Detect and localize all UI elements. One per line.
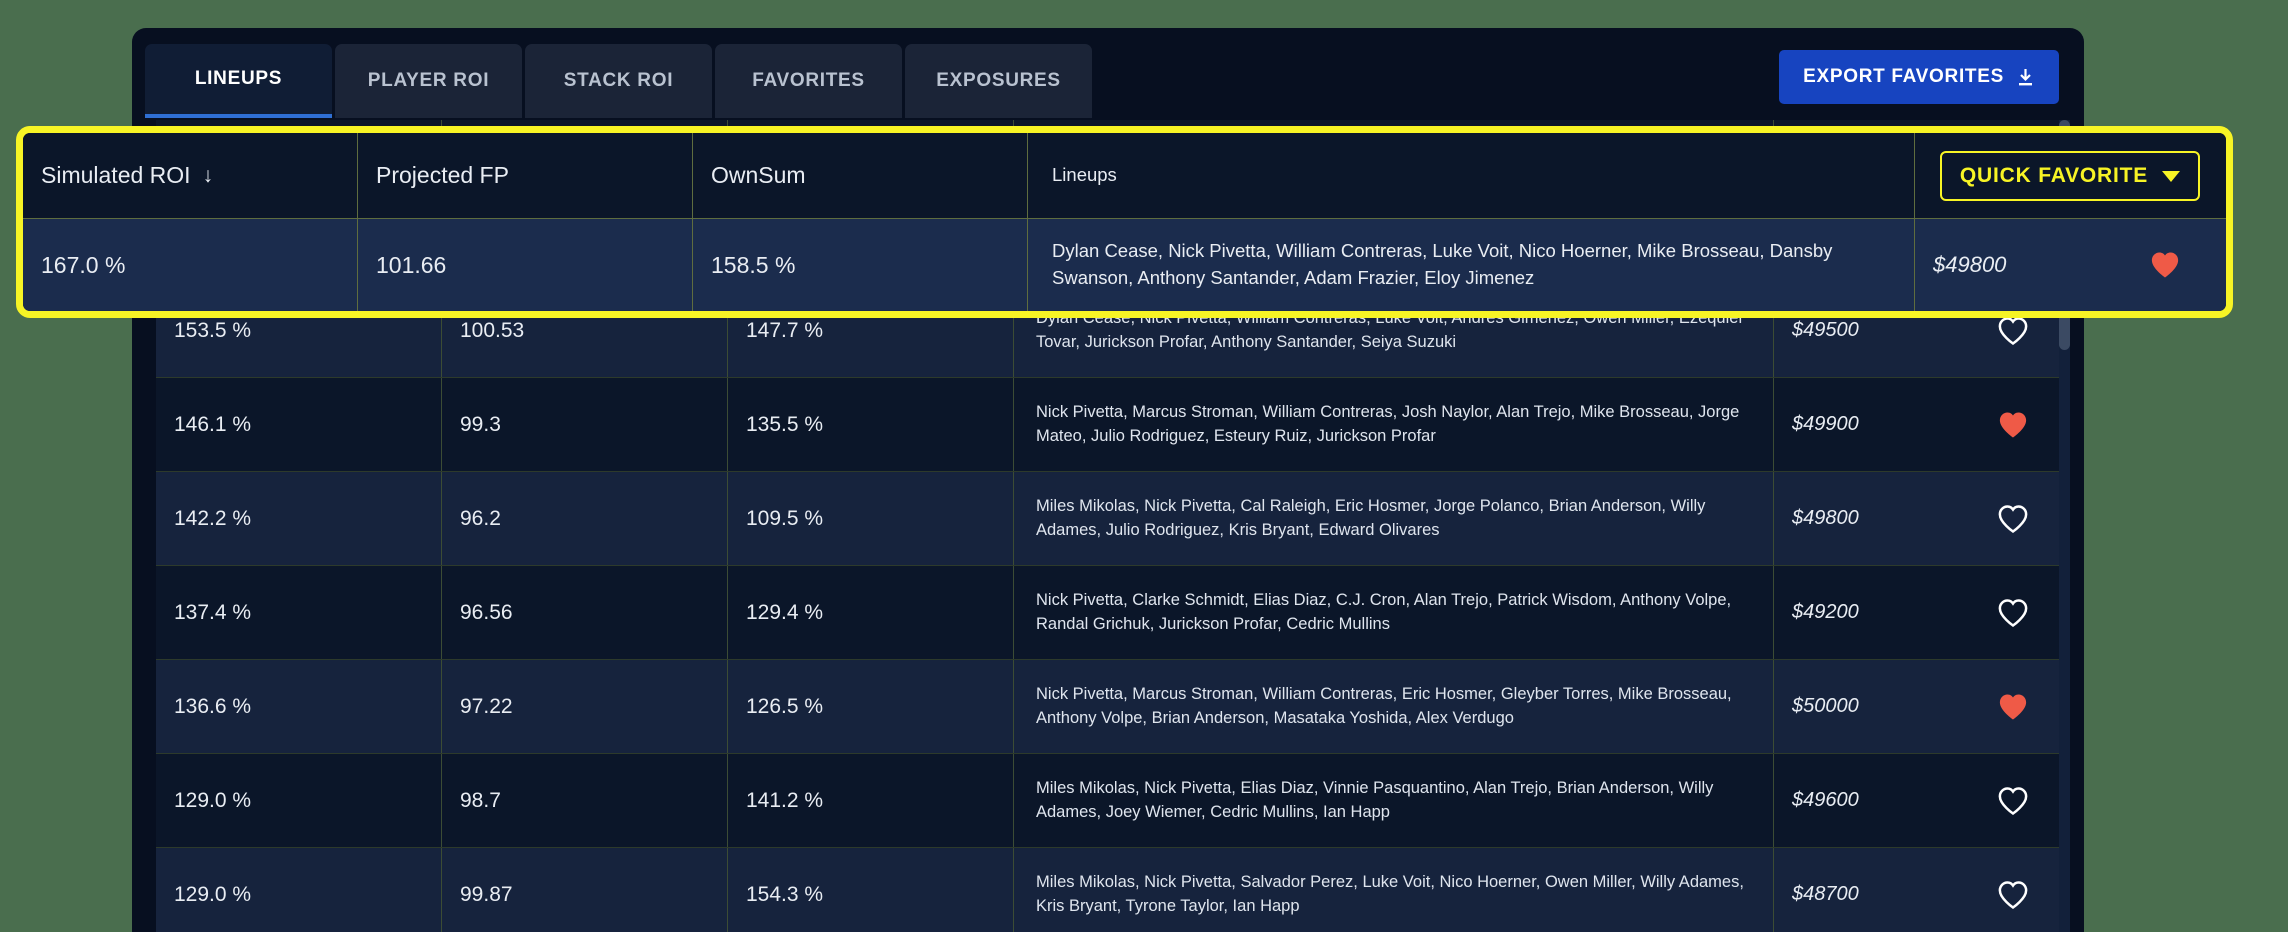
heart-outline-icon[interactable]: [1998, 880, 2028, 909]
heart-outline-icon[interactable]: [1998, 504, 2028, 533]
cell-salary: $48700: [1792, 883, 1859, 905]
cell-ownsum: 154.3 %: [728, 848, 1014, 932]
heart-outline-icon[interactable]: [1998, 598, 2028, 627]
heart-filled-icon[interactable]: [2150, 251, 2180, 279]
cell-ownsum: 158.5 %: [693, 219, 1028, 311]
cell-simulated-roi: 136.6 %: [156, 660, 442, 753]
cell-salary: $49600: [1792, 789, 1859, 811]
favorite-toggle[interactable]: [2105, 219, 2225, 311]
cell-projected-fp: 97.22: [442, 660, 728, 753]
cell-simulated-roi: 146.1 %: [156, 378, 442, 471]
cell-projected-fp: 99.3: [442, 378, 728, 471]
cell-ownsum: 126.5 %: [728, 660, 1014, 753]
table-row[interactable]: 136.6 % 97.22 126.5 % Nick Pivetta, Marcus …: [156, 660, 2061, 754]
tab-player-roi[interactable]: PLAYER ROI: [335, 44, 522, 118]
export-favorites-button[interactable]: EXPORT FAVORITES: [1779, 50, 2059, 104]
cell-salary: $49800: [1933, 252, 2007, 277]
cell-lineups: Miles Mikolas, Nick Pivetta, Elias Diaz,…: [1014, 754, 1774, 847]
table-row[interactable]: 137.4 % 96.56 129.4 % Nick Pivetta, Clarke …: [156, 566, 2061, 660]
cell-projected-fp: 96.2: [442, 472, 728, 565]
cell-simulated-roi: 137.4 %: [156, 566, 442, 659]
table-row[interactable]: 146.1 % 99.3 135.5 % Nick Pivetta, Marcus S…: [156, 378, 2061, 472]
table-row[interactable]: 129.0 % 98.7 141.2 % Miles Mikolas, Nick Pi…: [156, 754, 2061, 848]
sort-descending-icon: ↓: [202, 163, 214, 187]
favorite-toggle[interactable]: [1964, 566, 2061, 659]
hl-column-header-simulated-roi[interactable]: Simulated ROI ↓: [23, 133, 358, 218]
download-icon: [2016, 68, 2035, 87]
favorite-toggle[interactable]: [1964, 472, 2061, 565]
tab-label: FAVORITES: [752, 70, 865, 91]
tab-label: EXPOSURES: [936, 70, 1061, 91]
cell-projected-fp: 98.7: [442, 754, 728, 847]
cell-simulated-roi: 129.0 %: [156, 848, 442, 932]
cell-lineups: Nick Pivetta, Clarke Schmidt, Elias Diaz…: [1014, 566, 1774, 659]
cell-simulated-roi: 129.0 %: [156, 754, 442, 847]
heart-outline-icon[interactable]: [1998, 786, 2028, 815]
table-row[interactable]: 129.0 % 99.87 154.3 % Miles Mikolas, Nick P…: [156, 848, 2061, 932]
cell-lineups: Nick Pivetta, Marcus Stroman, William Co…: [1014, 660, 1774, 753]
chevron-down-icon: [2162, 164, 2181, 188]
quick-favorite-cell: QUICK FAVORITE: [1915, 133, 2225, 218]
cell-lineups: Miles Mikolas, Nick Pivetta, Salvador Pe…: [1014, 848, 1774, 932]
cell-simulated-roi: 142.2 %: [156, 472, 442, 565]
table-row[interactable]: 142.2 % 96.2 109.5 % Miles Mikolas, Nick Pi…: [156, 472, 2061, 566]
favorite-toggle[interactable]: [1964, 848, 2061, 932]
cell-ownsum: 129.4 %: [728, 566, 1014, 659]
cell-simulated-roi: 167.0 %: [23, 219, 358, 311]
highlighted-header-row: Simulated ROI ↓ Projected FP OwnSum Lineu…: [23, 133, 2226, 219]
cell-salary: $49800: [1792, 507, 1859, 529]
export-favorites-label: EXPORT FAVORITES: [1803, 66, 2004, 87]
cell-ownsum: 141.2 %: [728, 754, 1014, 847]
highlighted-header-and-first-row: Simulated ROI ↓ Projected FP OwnSum Lineu…: [16, 126, 2233, 318]
cell-ownsum: 135.5 %: [728, 378, 1014, 471]
tab-stack-roi[interactable]: STACK ROI: [525, 44, 712, 118]
cell-projected-fp: 96.56: [442, 566, 728, 659]
cell-salary: $49900: [1792, 413, 1859, 435]
tab-label: PLAYER ROI: [367, 70, 490, 91]
hl-column-header-projected-fp[interactable]: Projected FP: [358, 133, 693, 218]
heart-filled-icon[interactable]: [1998, 693, 2028, 721]
highlighted-table-row[interactable]: 167.0 % 101.66 158.5 % Dylan Cease, Nick…: [23, 219, 2226, 311]
cell-salary: $50000: [1792, 695, 1859, 717]
favorite-toggle[interactable]: [1964, 754, 2061, 847]
tab-label: STACK ROI: [563, 70, 674, 91]
tab-exposures[interactable]: EXPOSURES: [905, 44, 1092, 118]
cell-salary: $49200: [1792, 601, 1859, 623]
hl-column-header-ownsum[interactable]: OwnSum: [693, 133, 1028, 218]
cell-lineups: Nick Pivetta, Marcus Stroman, William Co…: [1014, 378, 1774, 471]
heart-filled-icon[interactable]: [1998, 411, 2028, 439]
favorite-toggle[interactable]: [1964, 378, 2061, 471]
tab-lineups[interactable]: LINEUPS: [145, 44, 332, 118]
cell-projected-fp: 99.87: [442, 848, 728, 932]
cell-ownsum: 109.5 %: [728, 472, 1014, 565]
tab-favorites[interactable]: FAVORITES: [715, 44, 902, 118]
quick-favorite-button[interactable]: QUICK FAVORITE: [1939, 150, 2201, 201]
favorite-toggle[interactable]: [1964, 660, 2061, 753]
hl-column-header-lineups[interactable]: Lineups: [1028, 133, 1915, 218]
quick-favorite-label: QUICK FAVORITE: [1959, 163, 2149, 187]
cell-lineups: Miles Mikolas, Nick Pivetta, Cal Raleigh…: [1014, 472, 1774, 565]
heart-outline-icon[interactable]: [1998, 316, 2028, 345]
cell-projected-fp: 101.66: [358, 219, 693, 311]
tab-label: LINEUPS: [194, 68, 283, 89]
cell-lineups: Dylan Cease, Nick Pivetta, William Contr…: [1028, 219, 1915, 311]
